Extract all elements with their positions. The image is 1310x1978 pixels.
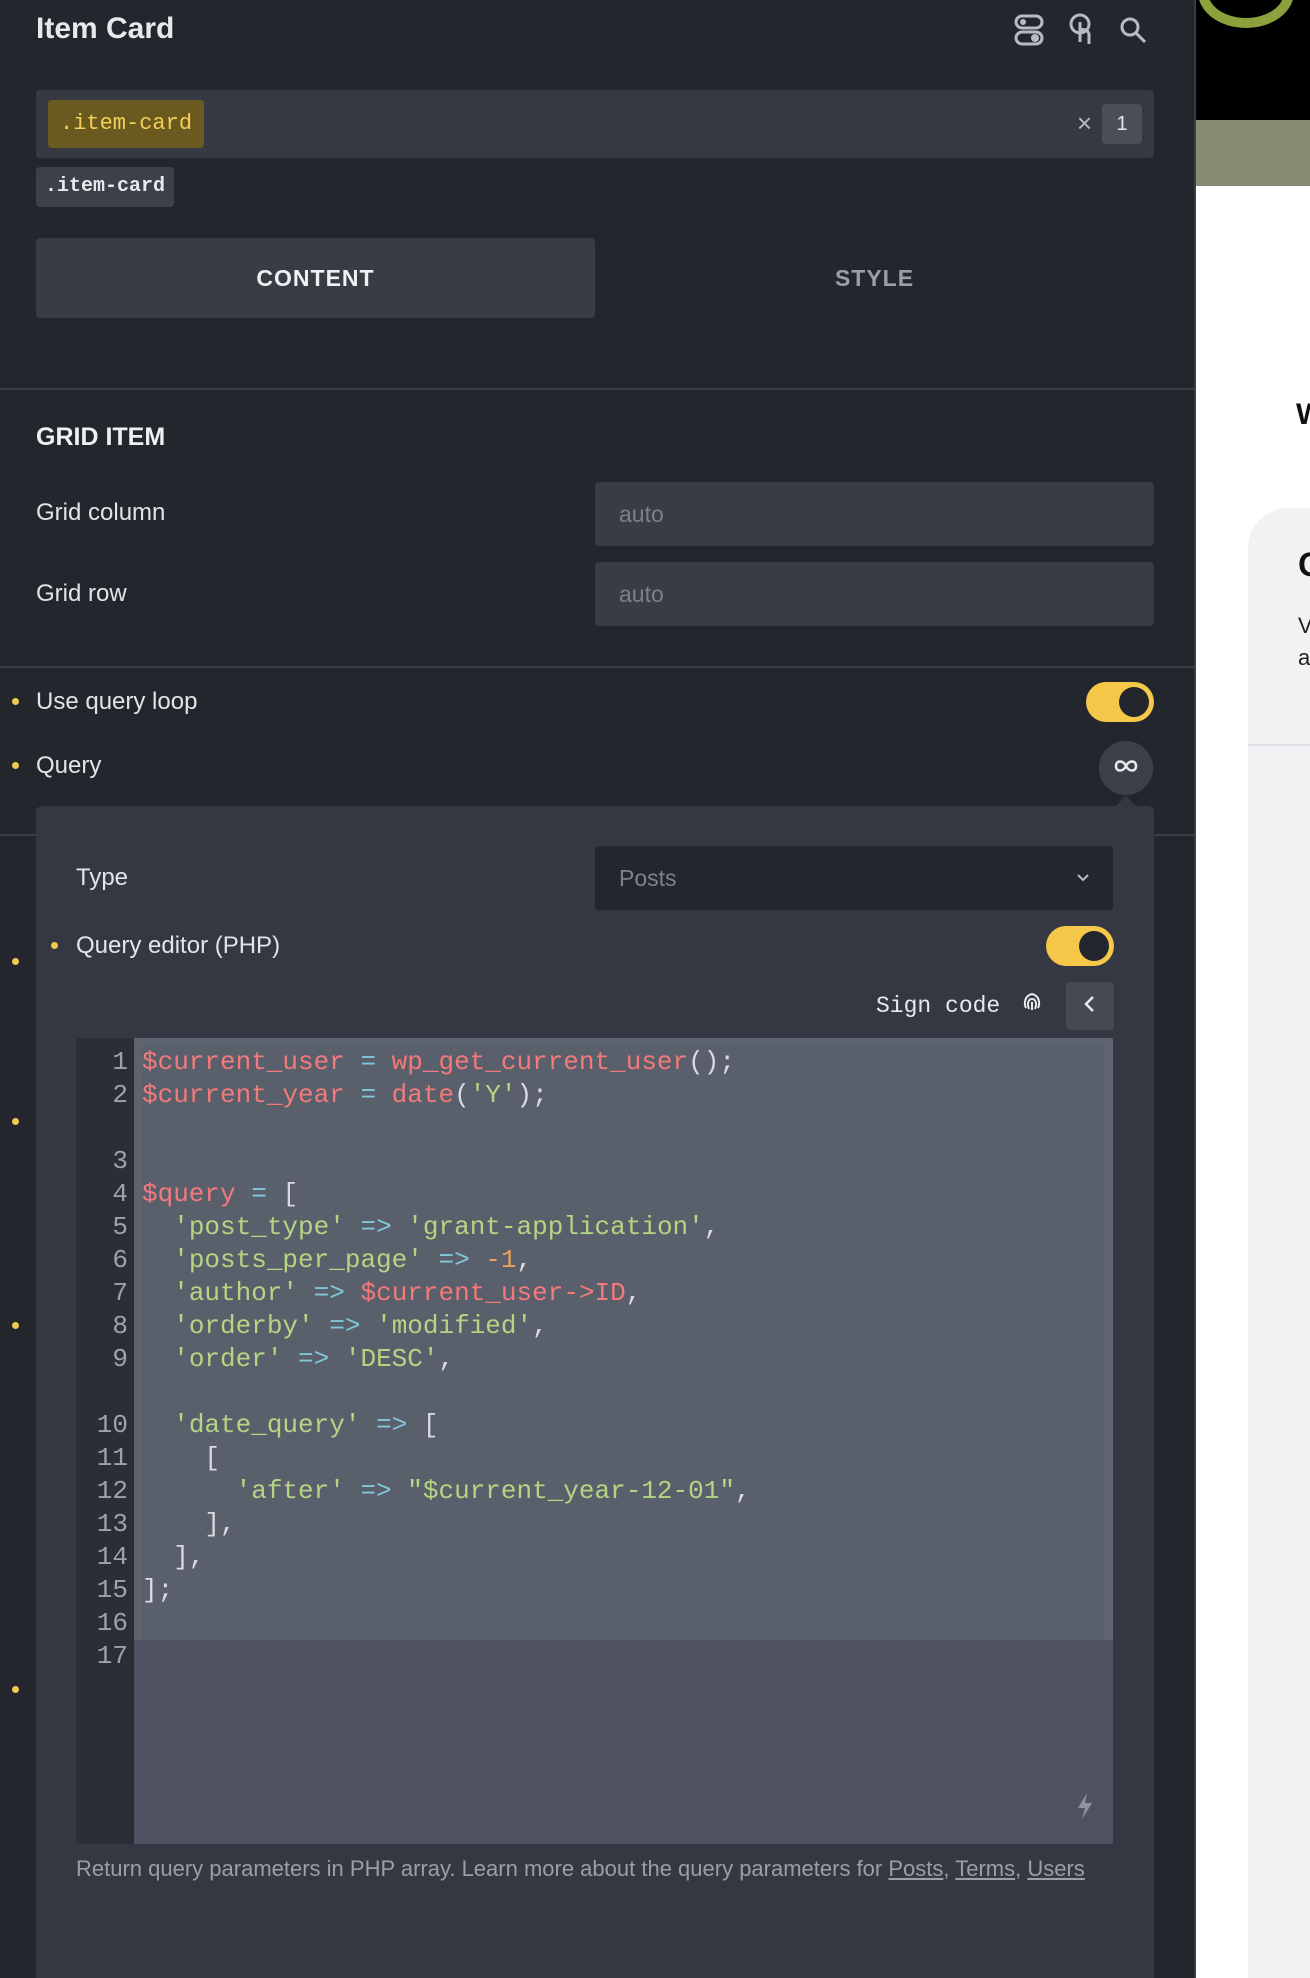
- infinity-icon: [1113, 758, 1139, 779]
- query-editor-toggle[interactable]: [1046, 926, 1114, 966]
- query-loop-toggle[interactable]: [1086, 682, 1154, 722]
- modified-indicator: [12, 1322, 19, 1329]
- line-number: 4: [112, 1179, 128, 1209]
- class-chip[interactable]: .item-card: [36, 167, 175, 207]
- users-link[interactable]: Users: [1027, 1856, 1084, 1881]
- line-number: 15: [96, 1575, 128, 1605]
- section-title: GRID ITEM: [36, 423, 166, 451]
- help-text: Return query parameters in PHP array. Le…: [76, 1856, 1085, 1881]
- line-number: 9: [112, 1344, 128, 1374]
- line-number: 14: [96, 1542, 128, 1572]
- preview-card-title: C: [1298, 546, 1310, 585]
- line-number: 7: [112, 1278, 128, 1308]
- code-line: $current_user = wp_get_current_user();: [142, 1047, 735, 1077]
- tab-style[interactable]: STYLE: [595, 238, 1154, 318]
- code-line: $current_year = date('Y');: [142, 1080, 548, 1110]
- type-label: Type: [76, 864, 129, 891]
- selector-chip[interactable]: .item-card: [48, 100, 205, 148]
- code-line: 'order' => 'DESC',: [173, 1344, 455, 1374]
- panel-title: Item Card: [36, 12, 175, 45]
- builder-panel: Item Card .item-card × 1 .item-card CONT…: [0, 0, 1194, 1978]
- line-number: 17: [96, 1641, 128, 1671]
- divider: [0, 388, 1194, 390]
- modified-indicator: [12, 1118, 19, 1125]
- modified-indicator: [12, 762, 19, 769]
- line-number: 1: [112, 1047, 128, 1077]
- code-line: $query = [: [142, 1179, 299, 1209]
- code-line: 'after' => "$current_year-12-01",: [235, 1476, 751, 1506]
- clear-selector-icon[interactable]: ×: [1077, 108, 1092, 138]
- line-number: 16: [96, 1608, 128, 1638]
- panel-tabs: CONTENT STYLE: [36, 238, 1154, 318]
- query-settings-button[interactable]: [1099, 741, 1153, 795]
- line-number: 13: [96, 1509, 128, 1539]
- help-text-body: Return query parameters in PHP array. Le…: [76, 1856, 889, 1881]
- code-line: 'posts_per_page' => -1,: [173, 1245, 533, 1275]
- code-line: ],: [173, 1542, 205, 1572]
- grid-column-input[interactable]: auto: [595, 482, 1154, 546]
- preview-card-text: V a: [1298, 613, 1310, 670]
- code-line: 'author' => $current_user->ID,: [173, 1278, 642, 1308]
- line-number: 11: [96, 1443, 128, 1473]
- touch-pointer-icon[interactable]: [1066, 10, 1096, 50]
- code-line: ],: [204, 1509, 236, 1539]
- chevron-down-icon: [1075, 846, 1091, 934]
- lightning-icon[interactable]: [1075, 1791, 1095, 1826]
- collapse-editor-button[interactable]: [1066, 982, 1114, 1030]
- query-popup: Type Posts Query editor (PHP) Sign code: [36, 806, 1154, 1978]
- grid-column-label: Grid column: [36, 499, 166, 526]
- line-number: 12: [96, 1476, 128, 1506]
- use-query-loop-label: Use query loop: [36, 688, 198, 715]
- code-line: 'post_type' => 'grant-application',: [173, 1212, 720, 1242]
- page-preview: W C V a: [1194, 0, 1310, 1978]
- preview-heading: W: [1296, 398, 1310, 432]
- grid-row-input[interactable]: auto: [595, 562, 1154, 626]
- sign-code-label: Sign code: [876, 993, 1001, 1019]
- sign-code-link[interactable]: Sign code: [876, 990, 1042, 1019]
- query-label: Query: [36, 752, 102, 779]
- popup-caret: [1116, 796, 1136, 806]
- line-number: 5: [112, 1212, 128, 1242]
- chevron-left-icon: [1083, 994, 1097, 1019]
- fingerprint-icon: [1022, 992, 1042, 1019]
- line-number: 8: [112, 1311, 128, 1341]
- modified-indicator: [12, 698, 19, 705]
- posts-link[interactable]: Posts: [888, 1856, 943, 1881]
- preview-card: C V a: [1248, 508, 1310, 1978]
- modified-indicator: [51, 942, 58, 949]
- line-number: 2: [112, 1080, 128, 1110]
- preview-band: [1196, 120, 1310, 186]
- header-icons: [1014, 10, 1148, 50]
- toggle-settings-icon[interactable]: [1014, 10, 1044, 50]
- selector-count-badge: 1: [1102, 104, 1142, 144]
- code-line: 'date_query' => [: [173, 1410, 439, 1440]
- grid-row-label: Grid row: [36, 580, 127, 607]
- code-line: 'orderby' => 'modified',: [173, 1311, 548, 1341]
- tab-content[interactable]: CONTENT: [36, 238, 595, 318]
- line-number: 6: [112, 1245, 128, 1275]
- divider: [0, 666, 1194, 668]
- terms-link[interactable]: Terms: [955, 1856, 1015, 1881]
- line-number: 10: [96, 1410, 128, 1440]
- query-editor-label: Query editor (PHP): [76, 932, 281, 959]
- line-number: 3: [112, 1146, 128, 1176]
- preview-card-divider: [1248, 744, 1310, 746]
- type-select-value: Posts: [619, 865, 677, 891]
- code-line: ];: [142, 1575, 174, 1605]
- modified-indicator: [12, 1686, 19, 1693]
- code-line: [: [204, 1443, 221, 1473]
- search-icon[interactable]: [1118, 10, 1148, 50]
- modified-indicator: [12, 958, 19, 965]
- php-code-editor[interactable]: 1 $current_user = wp_get_current_user(); 2…: [76, 1038, 1113, 1844]
- css-selector-field[interactable]: .item-card × 1: [36, 90, 1154, 158]
- type-select[interactable]: Posts: [595, 846, 1113, 910]
